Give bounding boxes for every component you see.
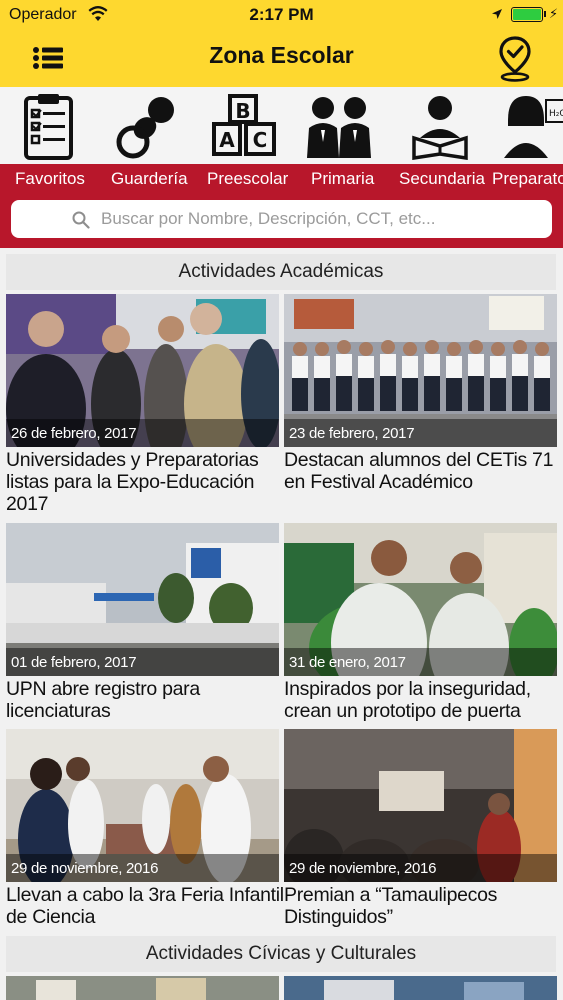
pacifier-icon[interactable] (109, 92, 181, 160)
map-pin-check-icon[interactable] (497, 34, 533, 82)
section-header-civicas: Actividades Cívicas y Culturales (6, 936, 556, 972)
nav-bar: Zona Escolar (0, 30, 563, 87)
search-icon (72, 211, 90, 229)
news-date: 29 de noviembre, 2016 (11, 860, 159, 877)
search-area (0, 194, 563, 248)
category-tabs: Favoritos Guardería Preescolar Primaria … (0, 164, 563, 194)
clock: 2:17 PM (249, 5, 314, 24)
news-date: 23 de febrero, 2017 (289, 425, 415, 442)
news-card[interactable]: 23 de febrero, 2017 Destacan alumnos del… (284, 294, 557, 493)
chemistry-student-icon[interactable]: H₂O (500, 92, 563, 160)
news-headline[interactable]: Universidades y Preparatorias listas par… (6, 449, 286, 515)
bolt-icon: ⚡ (549, 6, 559, 21)
clipboard-checklist-icon[interactable] (12, 92, 84, 160)
svg-text:C: C (253, 128, 268, 152)
category-icon-strip: B A C H₂O (0, 87, 563, 164)
news-photo: 01 de febrero, 2017 (6, 523, 279, 676)
tab-preparatoria[interactable]: Preparatoria (492, 169, 563, 189)
status-bar: Operador 2:17 PM ⚡ (0, 0, 563, 30)
news-card[interactable]: 26 de febrero, 2017 Universidades y Prep… (6, 294, 279, 515)
tab-preescolar[interactable]: Preescolar (207, 169, 288, 189)
location-arrow-icon (492, 9, 502, 19)
news-date: 01 de febrero, 2017 (11, 654, 137, 671)
news-card[interactable] (6, 976, 279, 1000)
page-title: Zona Escolar (209, 42, 354, 68)
news-headline[interactable]: Destacan alumnos del CETis 71 en Festiva… (284, 449, 563, 493)
tab-guarderia[interactable]: Guardería (111, 169, 188, 189)
news-headline[interactable]: Inspirados por la inseguridad, crean un … (284, 678, 563, 722)
news-photo (6, 976, 279, 1000)
news-photo: 26 de febrero, 2017 (6, 294, 279, 447)
tab-favoritos[interactable]: Favoritos (15, 169, 85, 189)
news-card[interactable]: 31 de enero, 2017 Inspirados por la inse… (284, 523, 557, 722)
news-headline[interactable]: Premian a “Tamaulipecos Distinguidos” (284, 884, 563, 928)
svg-text:B: B (235, 99, 250, 123)
search-input[interactable] (101, 205, 541, 233)
news-photo: 23 de febrero, 2017 (284, 294, 557, 447)
news-headline[interactable]: UPN abre registro para licenciaturas (6, 678, 286, 722)
abc-blocks-icon[interactable]: B A C (208, 92, 280, 160)
student-reading-icon[interactable] (404, 92, 476, 160)
news-date: 29 de noviembre, 2016 (289, 860, 437, 877)
news-photo (284, 976, 557, 1000)
battery-icon (511, 7, 543, 22)
news-photo: 31 de enero, 2017 (284, 523, 557, 676)
svg-text:H₂O: H₂O (549, 109, 563, 119)
news-date: 26 de febrero, 2017 (11, 425, 137, 442)
news-card[interactable]: 01 de febrero, 2017 UPN abre registro pa… (6, 523, 279, 722)
news-photo: 29 de noviembre, 2016 (284, 729, 557, 882)
news-date: 31 de enero, 2017 (289, 654, 406, 671)
news-feed[interactable]: Actividades Académicas 26 de febrero, 20… (0, 248, 563, 1000)
svg-text:A: A (219, 128, 235, 152)
section-header-academicas: Actividades Académicas (6, 254, 556, 290)
news-photo: 29 de noviembre, 2016 (6, 729, 279, 882)
battery-tip (544, 11, 546, 17)
kids-icon[interactable] (303, 92, 375, 160)
news-card[interactable] (284, 976, 557, 1000)
list-menu-icon[interactable] (32, 43, 64, 73)
tab-primaria[interactable]: Primaria (311, 169, 374, 189)
search-box (11, 200, 552, 238)
news-card[interactable]: 29 de noviembre, 2016 Llevan a cabo la 3… (6, 729, 284, 928)
news-card[interactable]: 29 de noviembre, 2016 Premian a “Tamauli… (284, 729, 557, 928)
tab-secundaria[interactable]: Secundaria (399, 169, 485, 189)
news-headline[interactable]: Llevan a cabo la 3ra Feria Infantil de C… (6, 884, 286, 928)
